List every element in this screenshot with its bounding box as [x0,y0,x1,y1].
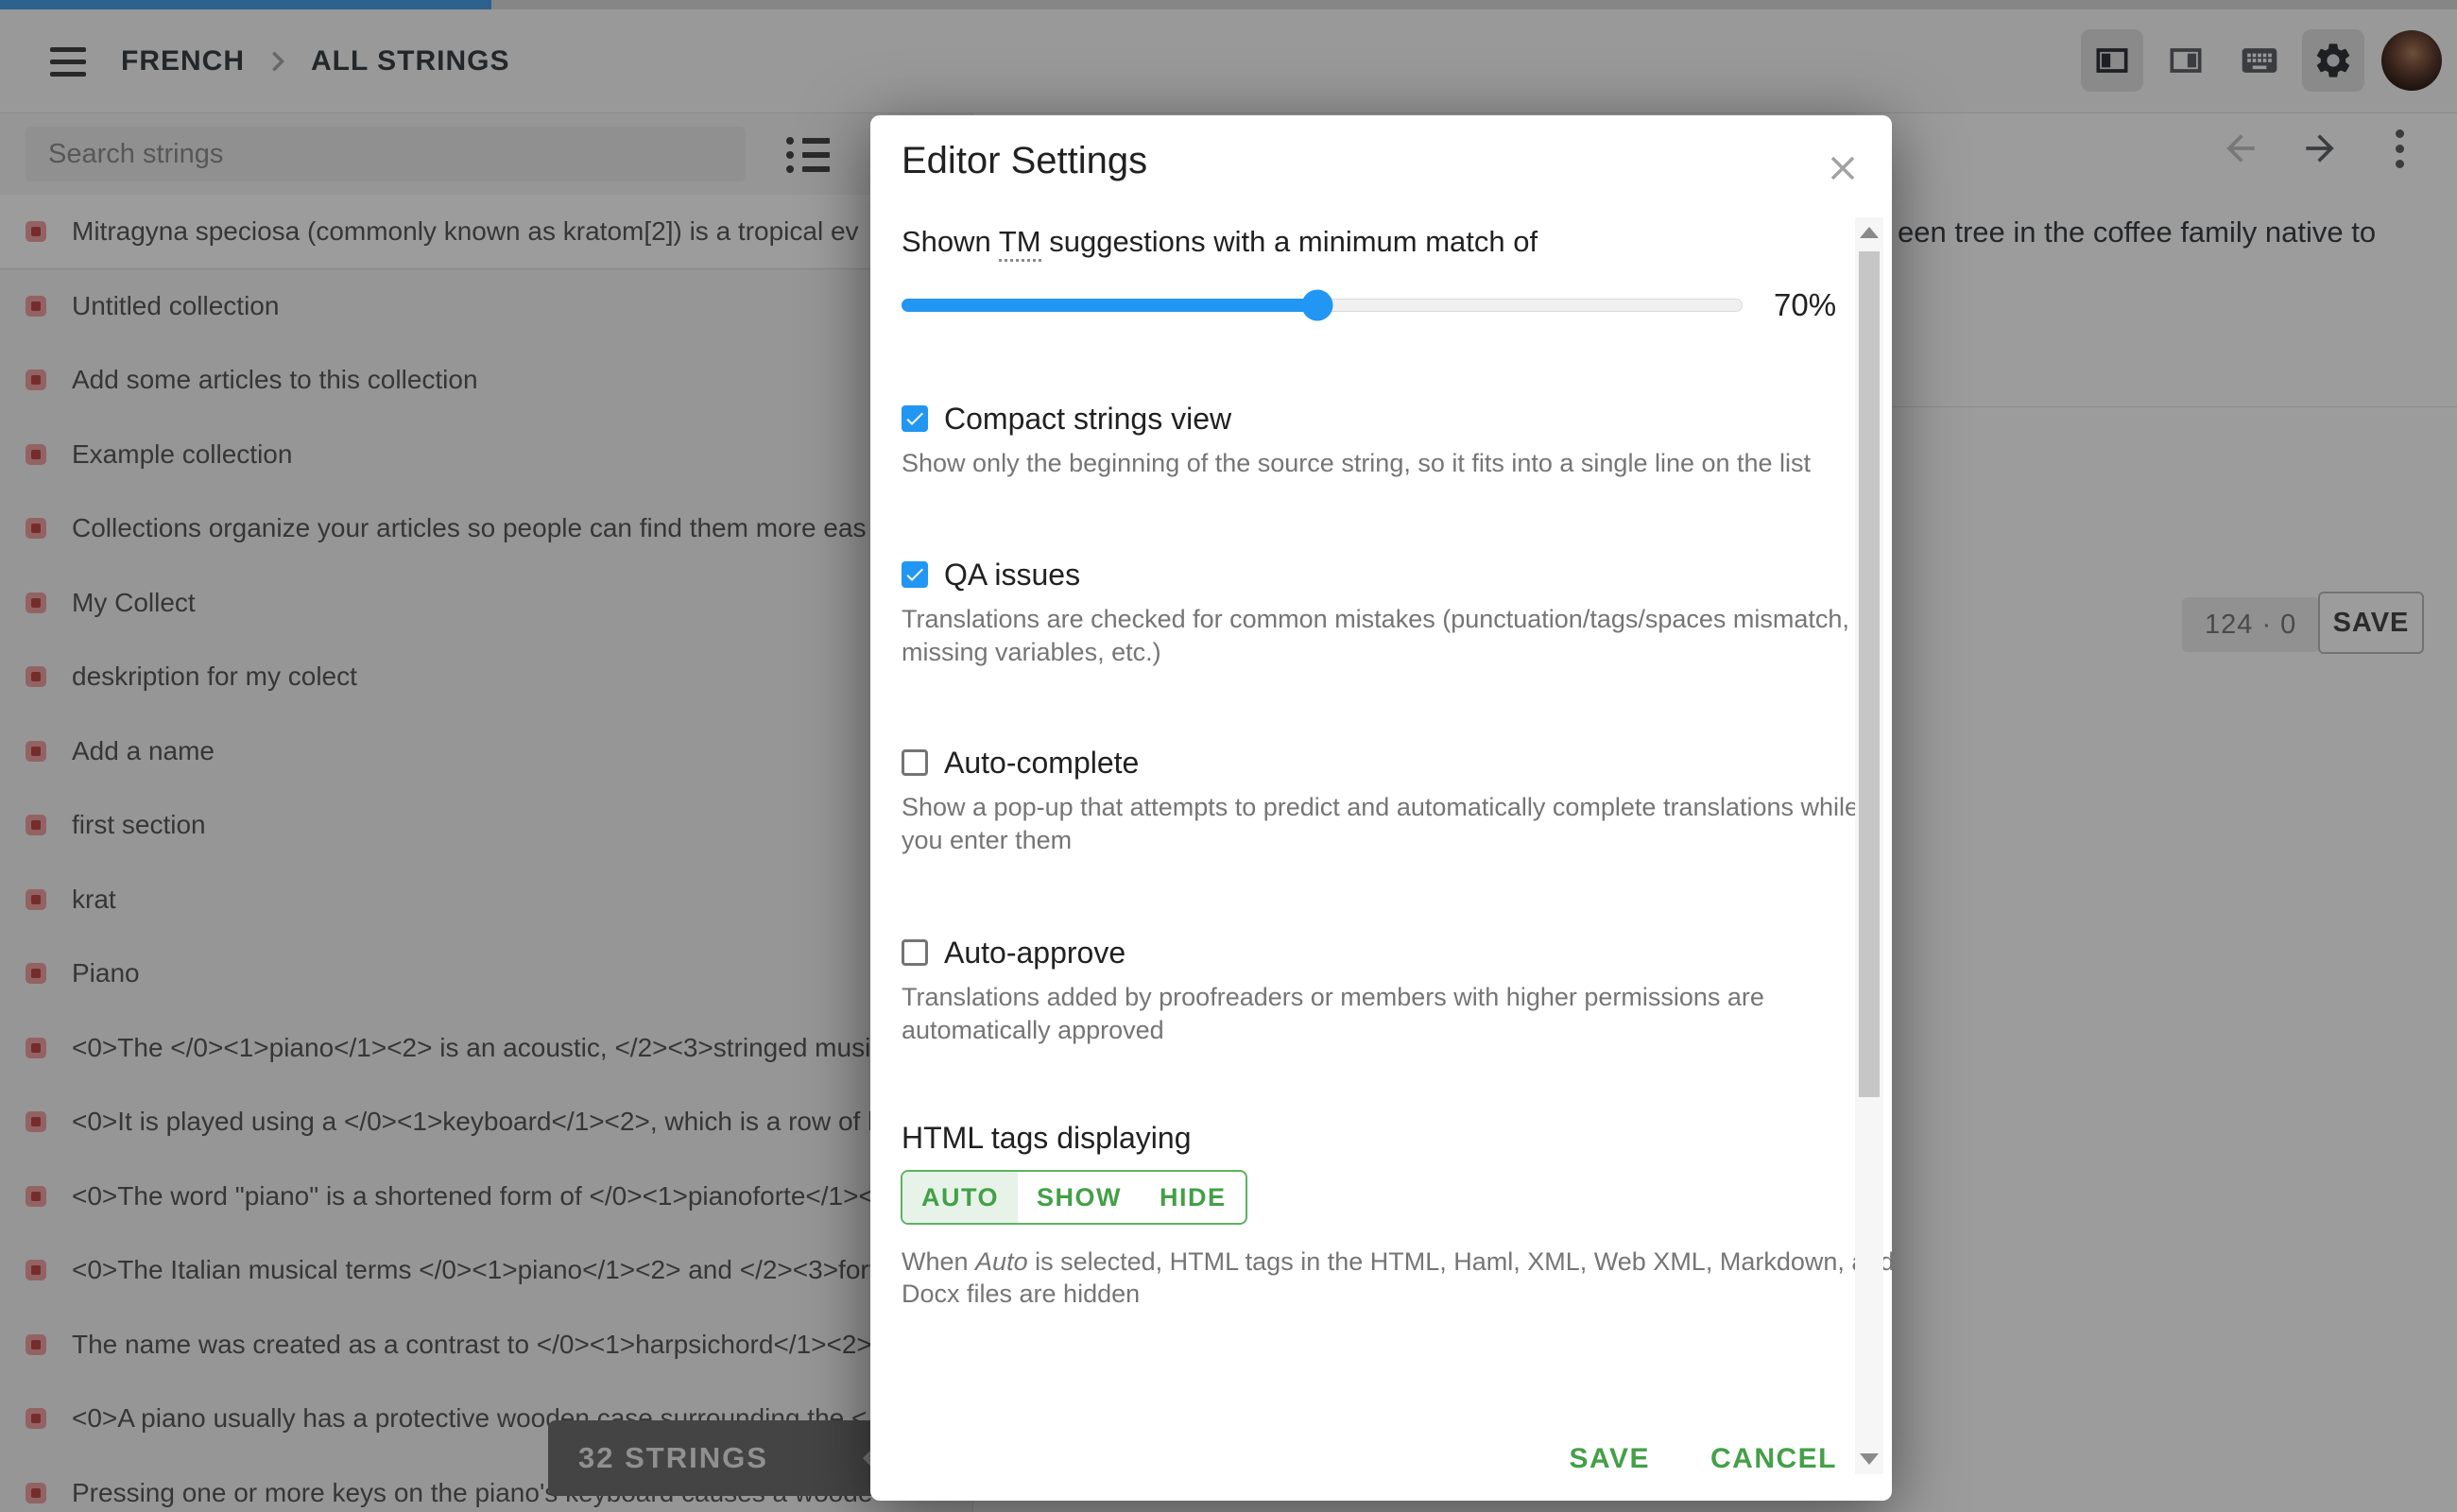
dialog-title: Editor Settings [902,140,1147,182]
setting-description: Translations are checked for common mist… [902,603,1837,669]
cancel-button[interactable]: CANCEL [1710,1436,1837,1482]
setting-label: Compact strings view [944,402,1231,437]
slider-filled-track [902,299,1316,312]
setting-item: Auto-complete Show a pop-up that attempt… [902,744,1837,857]
editor-settings-dialog: Editor Settings Shown TM suggestions wit… [870,115,1892,1501]
setting-head: QA issues [902,556,1837,593]
html-tags-description: When Auto is selected, HTML tags in the … [902,1246,1894,1310]
setting-label: Auto-approve [944,936,1125,971]
checkbox-auto-approve[interactable] [902,939,928,966]
html-tags-heading: HTML tags displaying [902,1121,1192,1156]
setting-head: Compact strings view [902,400,1837,438]
slider-thumb[interactable] [1301,290,1332,321]
tm-abbreviation: TM [999,225,1041,262]
setting-item: Auto-approve Translations added by proof… [902,934,1837,1047]
setting-head: Auto-complete [902,744,1837,782]
html-tags-segmented-control: AUTO SHOW HIDE [901,1170,1247,1225]
tm-match-setting-label: Shown TM suggestions with a minimum matc… [902,225,1538,259]
scroll-down-arrow-icon[interactable] [1860,1453,1879,1465]
setting-label: QA issues [944,558,1080,593]
tm-label-before: Shown [902,225,999,258]
checkbox-compact-strings-view[interactable] [902,405,928,432]
html-tags-option-auto[interactable]: AUTO [902,1172,1018,1223]
setting-description: Show a pop-up that attempts to predict a… [902,791,1837,857]
html-tags-option-hide[interactable]: HIDE [1141,1172,1246,1223]
tm-label-after: suggestions with a minimum match of [1041,225,1538,258]
checkbox-qa-issues[interactable] [902,561,928,588]
tm-match-slider[interactable] [902,299,1743,312]
html-tags-option-show[interactable]: SHOW [1018,1172,1141,1223]
scroll-up-arrow-icon[interactable] [1860,227,1879,238]
check-icon [903,407,926,430]
close-dialog-button[interactable] [1820,146,1865,191]
auto-italic: Auto [975,1247,1028,1276]
check-icon [903,563,926,586]
html-tags-description-line: When Auto is selected, HTML tags in the … [902,1246,1894,1278]
html-tags-description-line: Docx files are hidden [902,1278,1894,1310]
setting-head: Auto-approve [902,934,1837,971]
setting-description: Translations added by proofreaders or me… [902,981,1837,1047]
save-button[interactable]: SAVE [1570,1436,1650,1482]
scrollbar-thumb[interactable] [1859,251,1880,1097]
checkbox-auto-complete[interactable] [902,749,928,776]
setting-description: Show only the beginning of the source st… [902,447,1837,480]
tm-match-value: 70% [1774,287,1836,323]
dialog-scrollbar[interactable] [1855,217,1883,1474]
setting-label: Auto-complete [944,746,1139,781]
setting-item: Compact strings view Show only the begin… [902,400,1837,480]
close-icon [1823,148,1863,188]
setting-item: QA issues Translations are checked for c… [902,556,1837,669]
